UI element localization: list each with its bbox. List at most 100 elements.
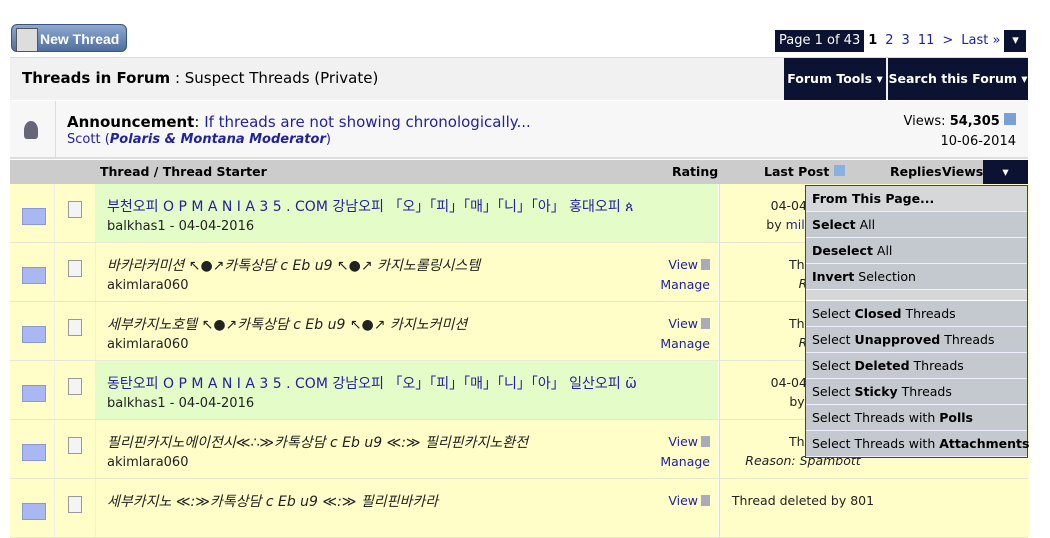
menu-item[interactable]: Select Sticky Threads [806,379,1027,405]
thread-row: 세부카지노 ≪:≫카톡상담 c Eb u9 ≪:≫ 필리핀바카라 View Thre… [10,479,1029,538]
moderation-dropdown-icon[interactable]: ▾ [983,160,1028,184]
envelope-icon [22,385,46,402]
menu-item-bold: Deselect [812,243,873,258]
announcement-icon [24,121,38,139]
announcement-label: Announcement [67,113,195,131]
thread-starter[interactable]: akimlara060 [107,337,188,352]
menu-item[interactable]: Invert Selection [806,264,1027,290]
new-thread-icon [16,28,38,52]
thread-starter[interactable]: balkhas1 - 04-04-2016 [107,396,254,411]
manage-link[interactable]: Manage [660,336,710,351]
sort-thread[interactable]: Thread [100,164,149,179]
thread-icon [68,496,82,513]
menu-item-text: All [872,243,893,258]
menu-item-bold: Select [812,217,856,232]
menu-item-text: All [855,217,876,232]
page-11[interactable]: 11 [914,30,939,52]
view-link[interactable]: View [668,257,698,272]
page-label: Page 1 of 43 [775,30,865,52]
separator: : [170,69,185,87]
menu-item-bold: Deleted [854,358,910,373]
menu-item[interactable]: Select Unapproved Threads [806,327,1027,353]
thread-starter[interactable]: akimlara060 [107,455,188,470]
thread-starter[interactable]: akimlara060 [107,278,188,293]
menu-item[interactable]: Select Threads with Attachments [806,431,1030,457]
search-forum-button[interactable]: Search this Forum ▾ [888,58,1028,100]
menu-item-bold: Sticky [854,384,898,399]
moderation-menu: From This Page... Select All Deselect All… [805,185,1030,458]
menu-item[interactable]: Deselect All [806,238,1027,264]
thread-title: 필리핀카지노에이전시≪∴≫카톡상담 c Eb u9 ≪:≫ 필리핀카지노환전 [107,435,529,451]
forum-name: Suspect Threads (Private) [184,69,379,87]
go-icon[interactable] [1004,113,1016,125]
last-page[interactable]: Last » [957,30,1004,52]
thread-title: 세부카지노 ≪:≫카톡상담 c Eb u9 ≪:≫ 필리핀바카라 [107,494,439,510]
trash-icon [701,259,710,270]
menu-item-text: Select Threads with [812,436,940,451]
menu-item-text: Select [812,358,855,373]
thread-icon [68,201,82,218]
thread-icon [68,260,82,277]
pager-dropdown-icon[interactable]: ▾ [1004,30,1027,52]
thread-starter[interactable]: balkhas1 - 04-04-2016 [107,219,254,234]
menu-item-bold: Invert [812,269,855,284]
sort-rating[interactable]: Rating [672,164,718,179]
view-link[interactable]: View [668,434,698,449]
announcement: Announcement: If threads are not showing… [10,101,1028,159]
column-header: Thread / Thread Starter Rating Last Post… [10,160,1028,184]
thread-title: 세부카지노호텔 ↖●↗카톡상담 c Eb u9 ↖●↗ 카지노커미션 [107,317,468,333]
trash-icon [701,436,710,447]
forum-header-prefix: Threads in Forum [22,69,171,87]
trash-icon [701,318,710,329]
next-page[interactable]: > [938,30,957,52]
page-1[interactable]: 1 [864,30,881,52]
sort-last-post[interactable]: Last Post [764,164,829,179]
sort-icon [833,165,845,176]
page-2[interactable]: 2 [881,30,897,52]
view-link[interactable]: View [668,493,698,508]
sort-starter[interactable]: Thread Starter [163,164,267,179]
manage-link[interactable]: Manage [660,277,710,292]
thread-icon [68,437,82,454]
menu-item-text: Select [812,332,855,347]
menu-item[interactable]: Select Deleted Threads [806,353,1027,379]
menu-item[interactable]: Select Threads with Polls [806,405,1027,431]
forum-tools-button[interactable]: Forum Tools ▾ [784,58,886,100]
announcement-date: 10-06-2014 [940,134,1016,149]
thread-title-link[interactable]: 동탄오피 O P M A N I A 3 5 . COM 강남오피 「오」「피」… [107,373,637,393]
envelope-icon [22,267,46,284]
envelope-icon [22,208,46,225]
new-thread-button[interactable]: New Thread [11,24,127,52]
menu-item-text: Selection [854,269,916,284]
envelope-icon [22,503,46,520]
menu-item-text: Threads [909,358,964,373]
menu-item-text: Select [812,306,855,321]
manage-link[interactable]: Manage [660,454,710,469]
sort-views[interactable]: Views [942,164,983,179]
menu-item-text: Select [812,384,855,399]
menu-item-text: Threads [940,332,995,347]
envelope-icon [22,326,46,343]
sort-replies[interactable]: Replies [890,164,942,179]
thread-icon [68,378,82,395]
menu-item-text: Threads [897,384,952,399]
menu-item-text: Threads [901,306,956,321]
views-count: 54,305 [949,114,1000,129]
author-role: Polaris & Montana Moderator [109,132,326,147]
announcement-author[interactable]: Scott [67,132,101,147]
announcement-link[interactable]: If threads are not showing chronological… [204,113,531,131]
forum-header: Threads in Forum : Suspect Threads (Priv… [10,57,1028,100]
view-link[interactable]: View [668,316,698,331]
menu-item-bold: Attachments [939,436,1030,451]
menu-item-text: Select Threads with [812,410,940,425]
views-label: Views: [903,114,946,129]
trash-icon [701,495,710,506]
page-3[interactable]: 3 [898,30,914,52]
thread-title-link[interactable]: 부천오피 O P M A N I A 3 5 . COM 강남오피 「오」「피」… [107,196,634,216]
menu-item[interactable]: Select All [806,212,1027,238]
menu-item[interactable]: Select Closed Threads [806,301,1027,327]
menu-item-bold: Unapproved [854,332,941,347]
by-label: by [766,217,786,232]
deleted-info: Thread deleted by 801 [731,493,875,508]
thread-title: 바카라커미션 ↖●↗카톡상담 c Eb u9 ↖●↗ 카지노롤링시스템 [107,258,481,274]
